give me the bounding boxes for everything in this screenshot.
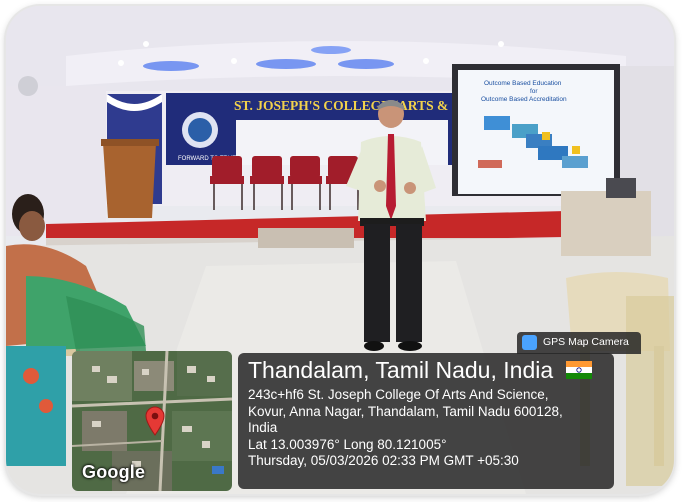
gps-camera-icon xyxy=(522,335,537,350)
datetime: Thursday, 05/03/2026 02:33 PM GMT +05:30 xyxy=(248,453,519,468)
address-line-1: 243c+hf6 St. Joseph College Of Arts And … xyxy=(248,387,549,402)
location-title: Thandalam, Tamil Nadu, India xyxy=(248,357,592,384)
coordinates: Lat 13.003976° Long 80.121005° xyxy=(248,436,447,452)
address-line-3: India xyxy=(248,420,278,435)
google-logo: Google xyxy=(82,462,146,482)
gps-map-camera-badge: GPS Map Camera xyxy=(517,332,641,354)
address-line-2: Kovur, Anna Nagar, Thandalam, Tamil Nadu… xyxy=(248,403,563,419)
location-info-panel: Thandalam, Tamil Nadu, India 243c+hf6 St… xyxy=(238,353,614,489)
slide-title-line1: Outcome Based Education xyxy=(484,80,562,87)
gps-badge-label: GPS Map Camera xyxy=(543,336,629,348)
slide-title-line3: Outcome Based Accreditation xyxy=(481,96,567,103)
slide-title-line2: for xyxy=(530,88,538,95)
map-pin-icon xyxy=(145,406,165,436)
photo-frame: ST. JOSEPH'S COLLEGE (ARTS & SCIENCE) FO… xyxy=(6,6,674,494)
address-block: 243c+hf6 St. Joseph College Of Arts And … xyxy=(248,387,613,470)
location-title-text: Thandalam, Tamil Nadu, India xyxy=(248,357,554,383)
india-flag-icon xyxy=(565,360,592,379)
map-thumbnail[interactable]: Google xyxy=(72,351,232,491)
